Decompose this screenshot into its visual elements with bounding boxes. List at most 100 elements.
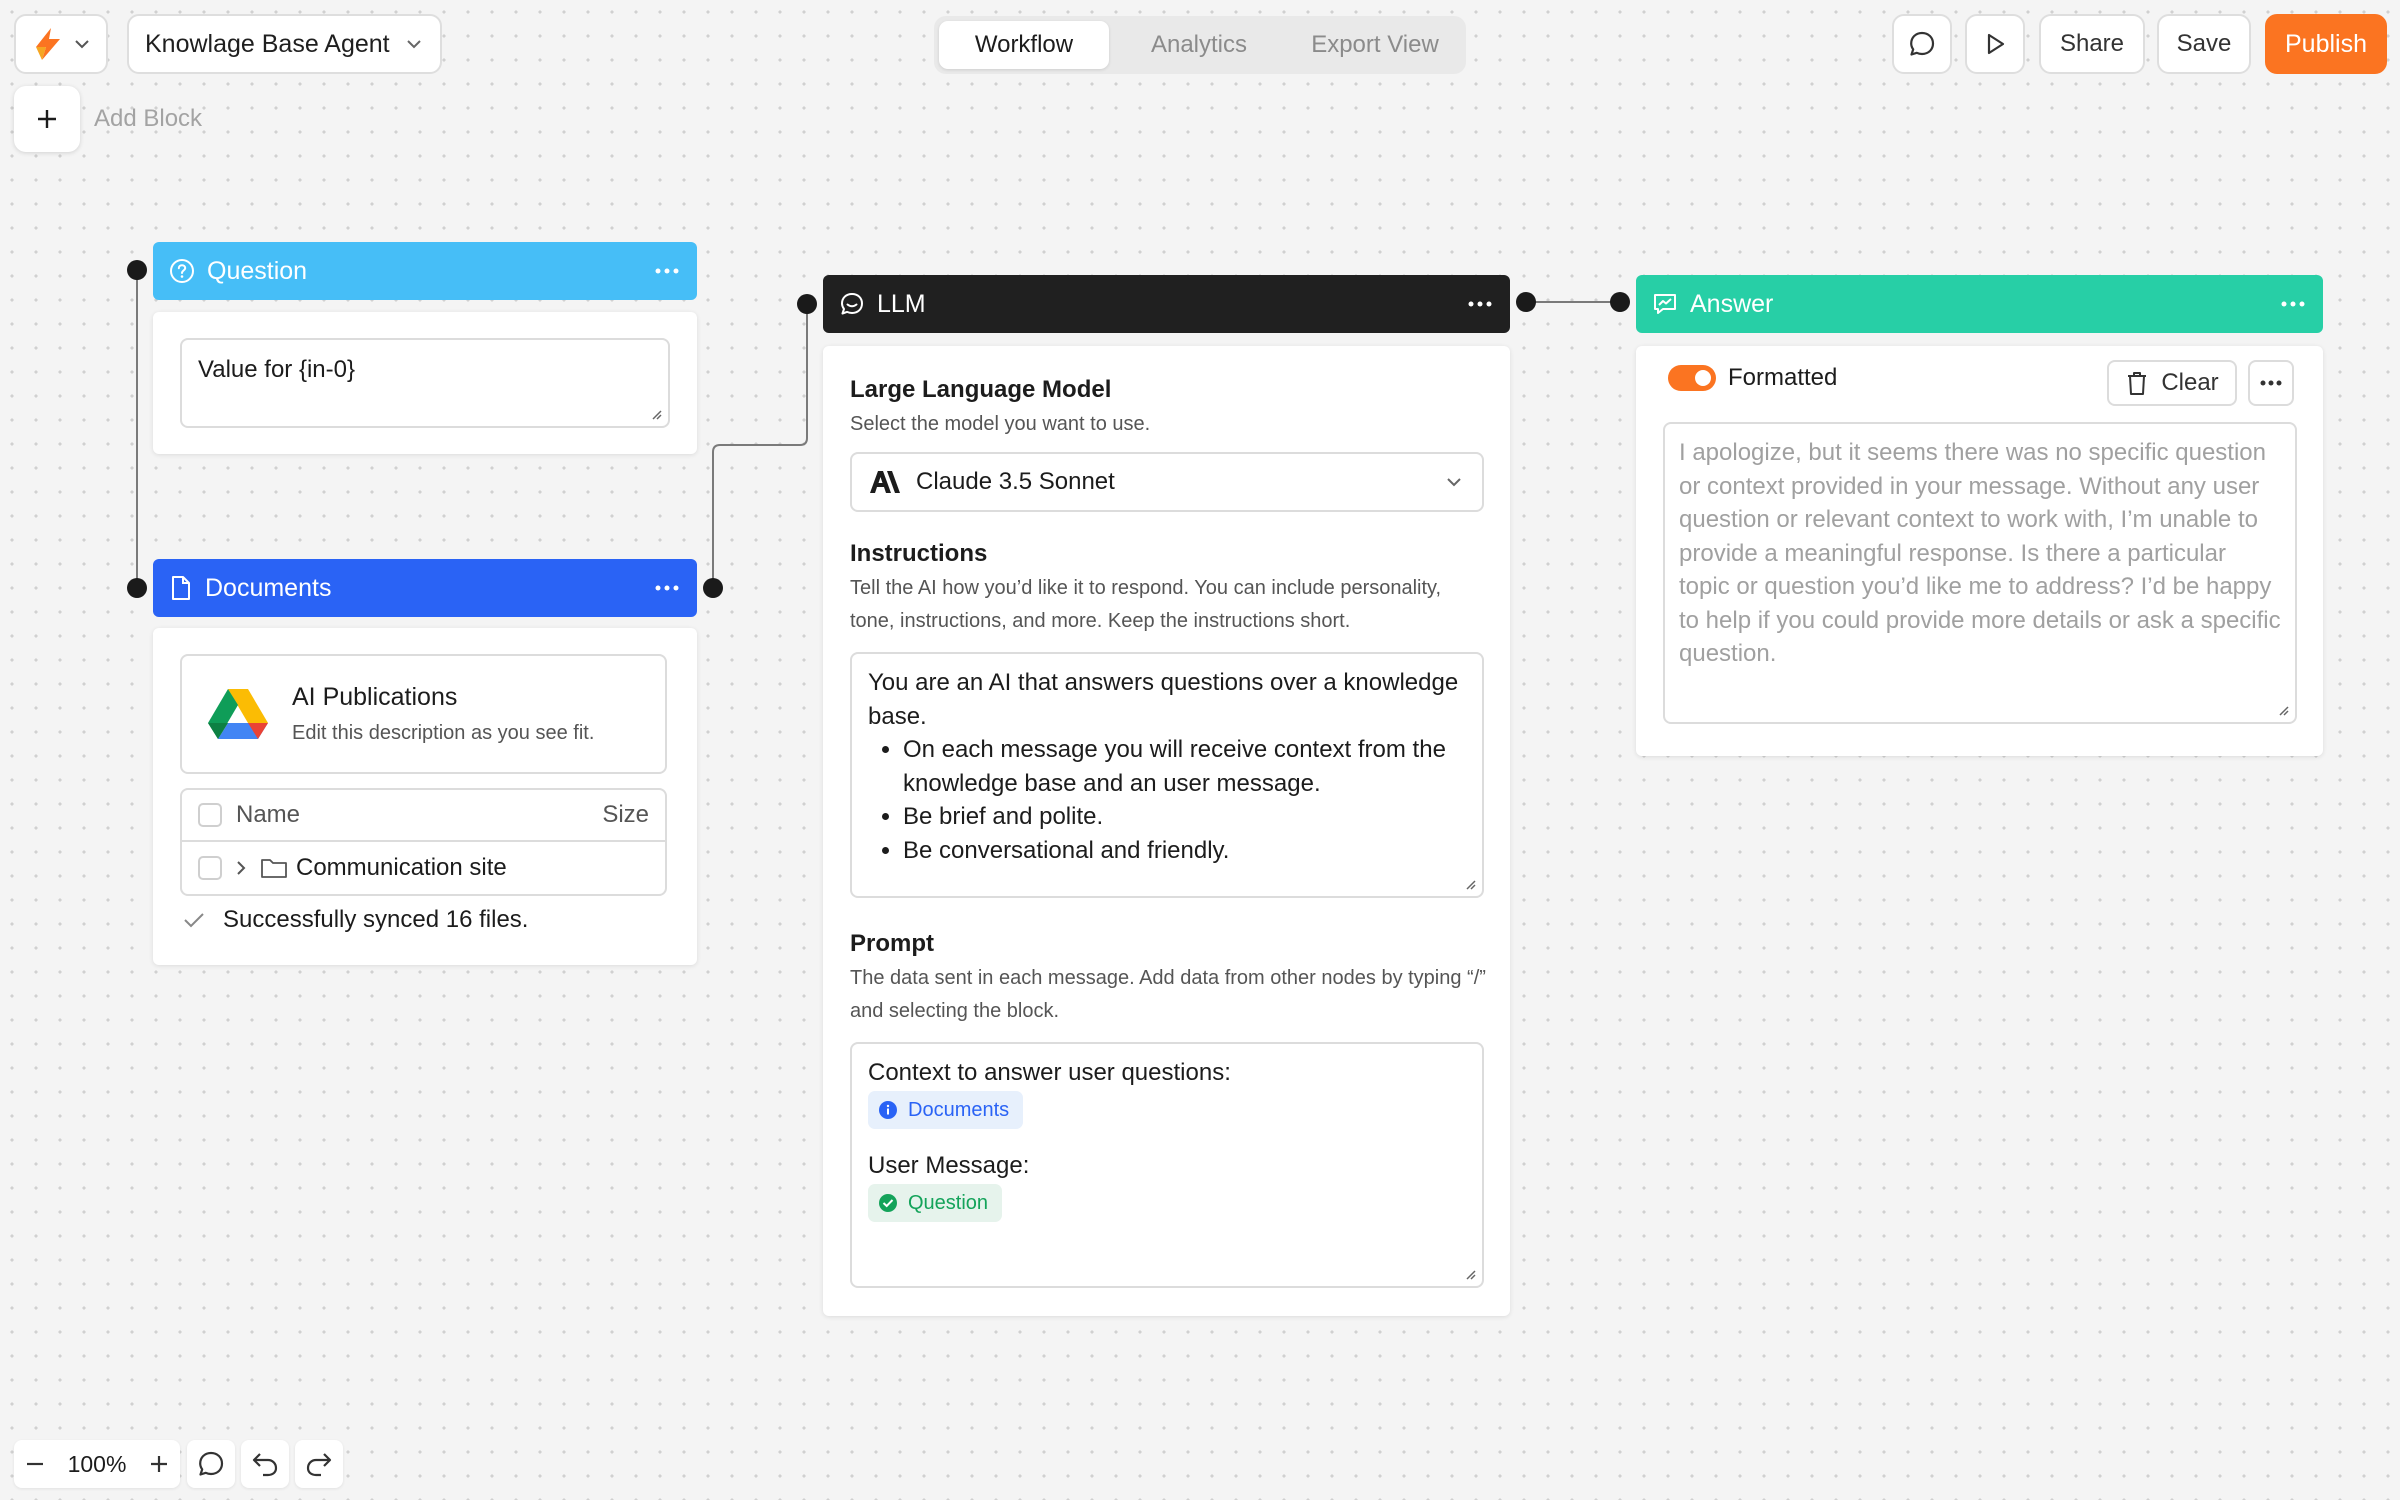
chart-message-icon (1652, 291, 1678, 317)
instructions-bullet: Be conversational and friendly. (903, 834, 1466, 868)
view-tabs: Workflow Analytics Export View (934, 16, 1466, 74)
row-name: Communication site (296, 854, 507, 881)
model-section-description: Select the model you want to use. (850, 413, 1151, 435)
tab-export-view[interactable]: Export View (1289, 21, 1461, 69)
question-input-field[interactable]: Value for {in-0} (180, 338, 670, 428)
clear-button-label: Clear (2161, 369, 2219, 396)
project-selector[interactable]: Knowlage Base Agent (127, 14, 442, 74)
more-icon[interactable] (1468, 301, 1492, 307)
zoom-out-icon[interactable] (24, 1453, 46, 1475)
zoom-controls: 100% (14, 1440, 180, 1488)
document-icon (169, 575, 193, 601)
more-icon[interactable] (655, 268, 679, 274)
instructions-intro: You are an AI that answers questions ove… (868, 669, 1459, 730)
documents-node-body: AI Publications Edit this description as… (153, 628, 697, 965)
resize-handle-icon[interactable] (1464, 878, 1476, 890)
zoom-in-icon[interactable] (148, 1453, 170, 1475)
document-source-title: AI Publications (292, 683, 458, 711)
trash-icon (2125, 370, 2149, 396)
llm-output-port[interactable] (1516, 292, 1536, 312)
question-chip[interactable]: Question (868, 1184, 1003, 1222)
model-select[interactable]: Claude 3.5 Sonnet (850, 452, 1484, 512)
bottom-comment-button[interactable] (187, 1440, 235, 1488)
zoom-level: 100% (67, 1450, 127, 1477)
prompt-textarea[interactable]: Context to answer user questions: Docume… (850, 1042, 1484, 1288)
llm-node-title: LLM (877, 289, 926, 318)
documents-input-port[interactable] (127, 578, 147, 598)
chevron-down-icon (1446, 477, 1462, 487)
sync-status: Successfully synced 16 files. (183, 906, 528, 934)
publish-button[interactable]: Publish (2265, 14, 2387, 74)
formatted-toggle-row: Formatted (1668, 364, 1837, 392)
column-header-name: Name (236, 801, 301, 828)
add-block-button[interactable] (14, 86, 80, 152)
llm-node-header[interactable]: LLM (823, 275, 1510, 333)
answer-node-header[interactable]: Answer (1636, 275, 2323, 333)
answer-options-button[interactable] (2248, 360, 2294, 406)
answer-output-textarea[interactable]: I apologize, but it seems there was no s… (1663, 422, 2297, 724)
instructions-textarea[interactable]: You are an AI that answers questions ove… (850, 652, 1484, 898)
prompt-user-label: User Message: (868, 1152, 1030, 1179)
save-button[interactable]: Save (2157, 14, 2251, 74)
redo-button[interactable] (295, 1440, 343, 1488)
prompt-context-label: Context to answer user questions: (868, 1059, 1231, 1086)
model-select-value: Claude 3.5 Sonnet (916, 468, 1115, 495)
clear-button[interactable]: Clear (2107, 360, 2237, 406)
llm-node-body: Large Language Model Select the model yo… (823, 346, 1510, 1316)
select-all-checkbox[interactable] (198, 803, 222, 827)
document-source-description: Edit this description as you see fit. (292, 722, 595, 744)
app-menu-button[interactable] (14, 14, 108, 74)
formatted-toggle-label: Formatted (1728, 364, 1838, 391)
llm-input-port[interactable] (797, 294, 817, 314)
tab-analytics[interactable]: Analytics (1113, 21, 1285, 69)
tab-workflow[interactable]: Workflow (939, 21, 1109, 69)
question-node-header[interactable]: Question (153, 242, 697, 300)
more-icon[interactable] (655, 585, 679, 591)
check-circle-icon (878, 1193, 898, 1213)
document-source-card[interactable]: AI Publications Edit this description as… (180, 654, 667, 774)
redo-icon (305, 1451, 333, 1477)
prompt-section-description: The data sent in each message. Add data … (850, 967, 1486, 1022)
documents-chip-label: Documents (908, 1098, 1010, 1121)
documents-node-header[interactable]: Documents (153, 559, 697, 617)
share-button[interactable]: Share (2039, 14, 2145, 74)
add-block-label: Add Block (94, 105, 203, 132)
resize-handle-icon[interactable] (2277, 704, 2289, 716)
chevron-down-icon (406, 39, 422, 49)
instructions-bullet: Be brief and polite. (903, 800, 1466, 834)
run-button[interactable] (1965, 14, 2025, 74)
question-input-value: Value for {in-0} (198, 356, 355, 383)
instructions-list: On each message you will receive context… (903, 733, 1466, 867)
model-section-title: Large Language Model (850, 376, 1112, 403)
answer-input-port[interactable] (1610, 292, 1630, 312)
question-chip-label: Question (908, 1191, 989, 1214)
chat-bubble-icon (197, 1450, 225, 1478)
chevron-down-icon (74, 39, 90, 49)
checkmark-icon (183, 911, 205, 929)
comment-button[interactable] (1892, 14, 1952, 74)
undo-button[interactable] (241, 1440, 289, 1488)
plus-icon (35, 107, 59, 131)
row-checkbox[interactable] (198, 856, 222, 880)
question-input-port[interactable] (127, 260, 147, 280)
resize-handle-icon[interactable] (1464, 1268, 1476, 1280)
table-row[interactable]: Communication site (182, 842, 665, 894)
anthropic-icon (868, 470, 902, 494)
chevron-right-icon[interactable] (236, 860, 246, 876)
connection-documents-llm (712, 304, 808, 588)
instructions-bullet: On each message you will receive context… (903, 733, 1466, 800)
formatted-toggle[interactable] (1668, 365, 1716, 391)
documents-output-port[interactable] (703, 578, 723, 598)
more-icon[interactable] (2281, 301, 2305, 307)
documents-chip[interactable]: Documents (868, 1091, 1024, 1129)
question-circle-icon (169, 258, 195, 284)
answer-node-body: Formatted Clear I apologize, but it seem… (1636, 346, 2323, 756)
file-table: Name Size Communication site (180, 788, 667, 896)
resize-handle-icon[interactable] (650, 408, 662, 420)
question-node-body: Value for {in-0} (153, 312, 697, 454)
info-icon (878, 1100, 898, 1120)
folder-icon (260, 857, 288, 879)
instructions-section-title: Instructions (850, 540, 988, 567)
google-drive-icon (208, 687, 268, 741)
file-table-header: Name Size (182, 790, 665, 842)
